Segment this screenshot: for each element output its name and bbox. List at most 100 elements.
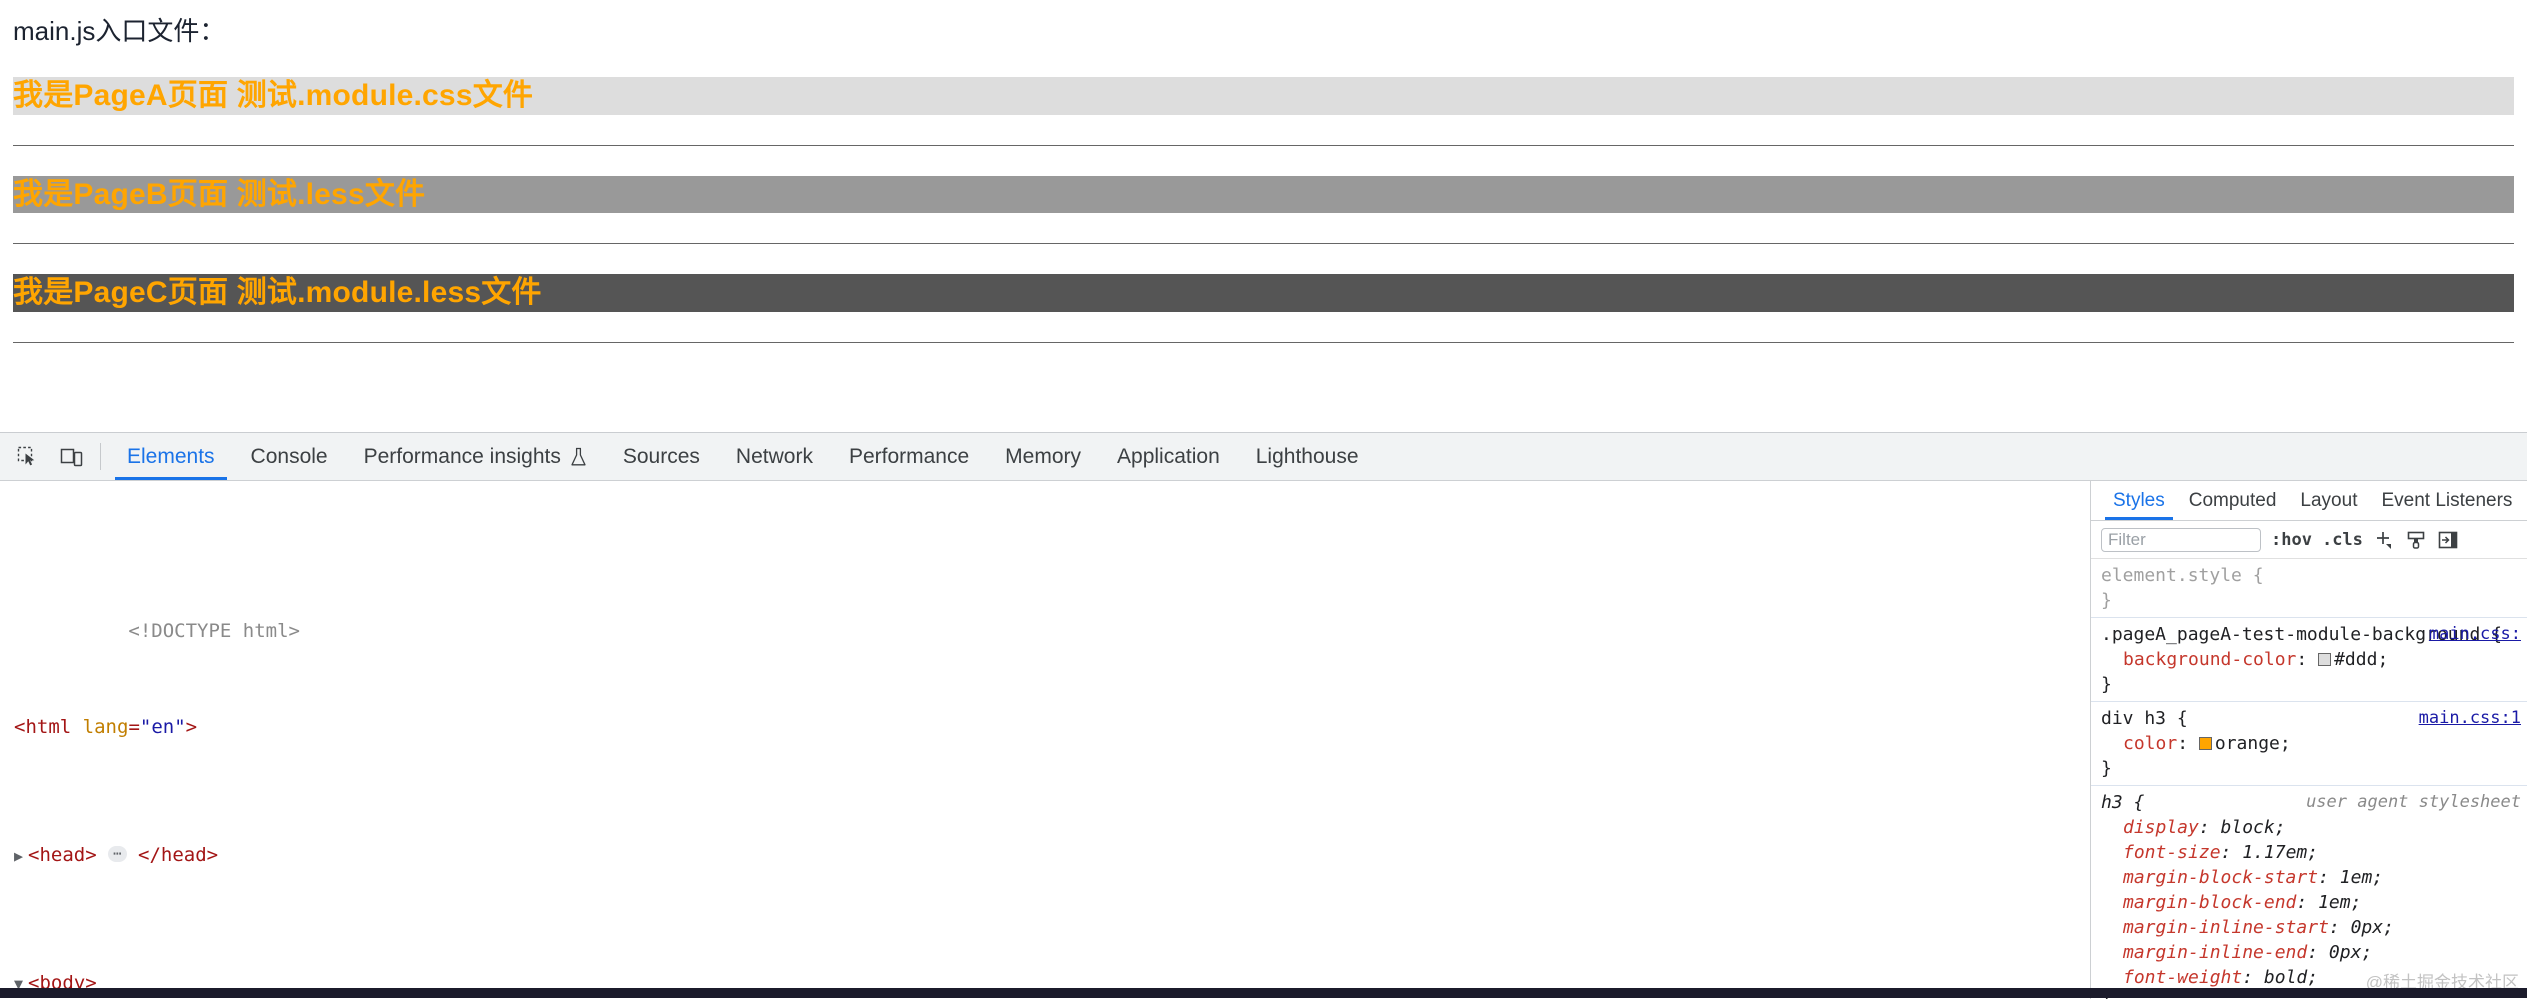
decl-display-prop: display	[2123, 817, 2199, 838]
tab-console[interactable]: Console	[233, 433, 346, 480]
expand-triangle-icon[interactable]: ▶	[14, 840, 28, 872]
rule-element-style-selector: element.style {	[2101, 565, 2264, 586]
decl-margin-inline-end[interactable]: margin-inline-end: 0px;	[2101, 940, 2519, 965]
decl-font-size-prop: font-size	[2123, 842, 2221, 863]
dom-row-html[interactable]: <html lang="en">	[0, 711, 2090, 743]
color-swatch-ddd[interactable]	[2318, 653, 2332, 666]
rule-h3-useragent[interactable]: user agent stylesheet h3 { display: bloc…	[2091, 786, 2527, 999]
decl-background-color-prop: background-color	[2123, 649, 2297, 670]
rendered-page-area: main.js入口文件： 我是PageA页面 测试.module.css文件 我…	[0, 0, 2527, 432]
tab-console-label: Console	[250, 444, 328, 468]
tab-performance-insights[interactable]: Performance insights	[346, 433, 605, 480]
tab-computed[interactable]: Computed	[2177, 481, 2289, 520]
decl-display-value: block	[2220, 817, 2275, 838]
add-style-rule-icon[interactable]	[2373, 529, 2395, 551]
dom-tree-pane[interactable]: <!DOCTYPE html> <html lang="en"> ▶ <head>…	[0, 481, 2090, 999]
page-block-b: 我是PageB页面 测试.less文件	[13, 175, 2514, 214]
decl-color-prop: color	[2123, 733, 2178, 754]
tab-lighthouse-label: Lighthouse	[1255, 444, 1359, 468]
tab-lighthouse[interactable]: Lighthouse	[1238, 433, 1377, 480]
rule-h3-source: user agent stylesheet	[2306, 792, 2521, 812]
divider-3	[13, 341, 2514, 343]
tab-layout-label: Layout	[2300, 489, 2358, 511]
page-block-c: 我是PageC页面 测试.module.less文件	[13, 274, 2514, 312]
pagec-heading: 我是PageC页面 测试.module.less文件	[13, 274, 2514, 312]
decl-background-color-value: #ddd	[2334, 649, 2378, 670]
decl-margin-inline-end-value: 0px	[2328, 942, 2362, 963]
tab-event-listeners-label: Event Listeners	[2381, 489, 2513, 511]
divider-1	[13, 144, 2514, 146]
collapsed-children-icon[interactable]: ⋯	[108, 846, 127, 862]
tab-performance-label: Performance	[848, 444, 970, 468]
decl-margin-inline-start-prop: margin-inline-start	[2123, 917, 2329, 938]
decl-font-weight[interactable]: font-weight: bold;	[2101, 965, 2519, 990]
rule-div-h3[interactable]: main.css:1 div h3 { color: orange; }	[2091, 702, 2527, 786]
tab-memory-label: Memory	[1005, 444, 1082, 468]
rule-pagea-source[interactable]: main.css:	[2429, 622, 2521, 647]
tab-elements-label: Elements	[127, 444, 215, 468]
tab-styles-label: Styles	[2113, 489, 2165, 511]
decl-background-color[interactable]: background-color: #ddd;	[2101, 647, 2519, 672]
tab-styles[interactable]: Styles	[2101, 481, 2177, 520]
decl-margin-block-start-value: 1em	[2339, 867, 2373, 888]
devtools-toolbar: Elements Console Performance insights So…	[0, 433, 2527, 481]
hov-toggle[interactable]: :hov	[2271, 530, 2312, 550]
divider-2	[13, 243, 2514, 245]
rule-div-h3-close: }	[2101, 758, 2112, 779]
bottom-strip	[0, 988, 2527, 998]
rule-element-style-close: }	[2101, 590, 2112, 611]
styles-tabbar: Styles Computed Layout Event Listeners	[2091, 481, 2527, 521]
tab-application-label: Application	[1117, 444, 1220, 468]
copy-styles-icon[interactable]	[2405, 529, 2427, 551]
decl-margin-inline-start-value: 0px	[2350, 917, 2384, 938]
rule-pagea-module[interactable]: main.css: .pageA_pageA-test-module-backg…	[2091, 618, 2527, 702]
color-swatch-orange[interactable]	[2198, 737, 2212, 750]
styles-pane: Styles Computed Layout Event Listeners :…	[2090, 481, 2527, 999]
decl-margin-inline-end-prop: margin-inline-end	[2123, 942, 2308, 963]
inspect-element-icon[interactable]	[6, 433, 50, 480]
decl-margin-block-end[interactable]: margin-block-end: 1em;	[2101, 890, 2519, 915]
decl-color[interactable]: color: orange;	[2101, 731, 2519, 756]
toolbar-divider	[100, 443, 101, 470]
decl-color-value: orange	[2214, 733, 2280, 754]
decl-font-size[interactable]: font-size: 1.17em;	[2101, 840, 2519, 865]
tab-network-label: Network	[735, 444, 813, 468]
decl-margin-inline-start[interactable]: margin-inline-start: 0px;	[2101, 915, 2519, 940]
tab-layout[interactable]: Layout	[2288, 481, 2369, 520]
tab-application[interactable]: Application	[1099, 433, 1238, 480]
decl-margin-block-start[interactable]: margin-block-start: 1em;	[2101, 865, 2519, 890]
toggle-sidebar-icon[interactable]	[2437, 529, 2459, 551]
tab-elements[interactable]: Elements	[109, 433, 233, 480]
tab-memory[interactable]: Memory	[987, 433, 1099, 480]
dom-row-head[interactable]: ▶ <head> ⋯ </head>	[0, 839, 2090, 871]
page-block-a: 我是PageA页面 测试.module.css文件	[13, 77, 2514, 115]
rule-div-h3-source[interactable]: main.css:1	[2419, 706, 2521, 731]
pageb-heading: 我是PageB页面 测试.less文件	[13, 175, 2514, 214]
decl-margin-block-end-value: 1em	[2318, 892, 2351, 913]
page-intro-paragraph: main.js入口文件：	[13, 16, 226, 46]
device-toolbar-icon[interactable]	[50, 433, 94, 480]
decl-font-weight-value: bold	[2263, 967, 2308, 988]
rule-pagea-close: }	[2101, 674, 2112, 695]
dom-row-doctype[interactable]: <!DOCTYPE html>	[0, 583, 2090, 642]
tab-performance-insights-label: Performance insights	[363, 444, 561, 468]
tab-performance[interactable]: Performance	[831, 433, 987, 480]
pagea-heading: 我是PageA页面 测试.module.css文件	[13, 77, 2514, 115]
tab-computed-label: Computed	[2188, 489, 2277, 511]
tab-event-listeners[interactable]: Event Listeners	[2369, 481, 2524, 520]
tab-network[interactable]: Network	[718, 433, 831, 480]
flask-icon	[570, 447, 587, 467]
cls-toggle[interactable]: .cls	[2322, 530, 2363, 550]
tab-sources-label: Sources	[622, 444, 700, 468]
styles-filter-input[interactable]	[2101, 527, 2261, 552]
styles-filter-bar: :hov .cls	[2091, 521, 2527, 559]
decl-font-weight-prop: font-weight	[2123, 967, 2243, 988]
tab-sources[interactable]: Sources	[605, 433, 718, 480]
decl-font-size-value: 1.17em	[2242, 842, 2308, 863]
decl-margin-block-start-prop: margin-block-start	[2123, 867, 2319, 888]
decl-display[interactable]: display: block;	[2101, 815, 2519, 840]
devtools-panel: Elements Console Performance insights So…	[0, 432, 2527, 999]
rule-element-style[interactable]: element.style { }	[2091, 559, 2527, 618]
decl-margin-block-end-prop: margin-block-end	[2123, 892, 2297, 913]
doctype-text: <!DOCTYPE html>	[128, 620, 300, 642]
